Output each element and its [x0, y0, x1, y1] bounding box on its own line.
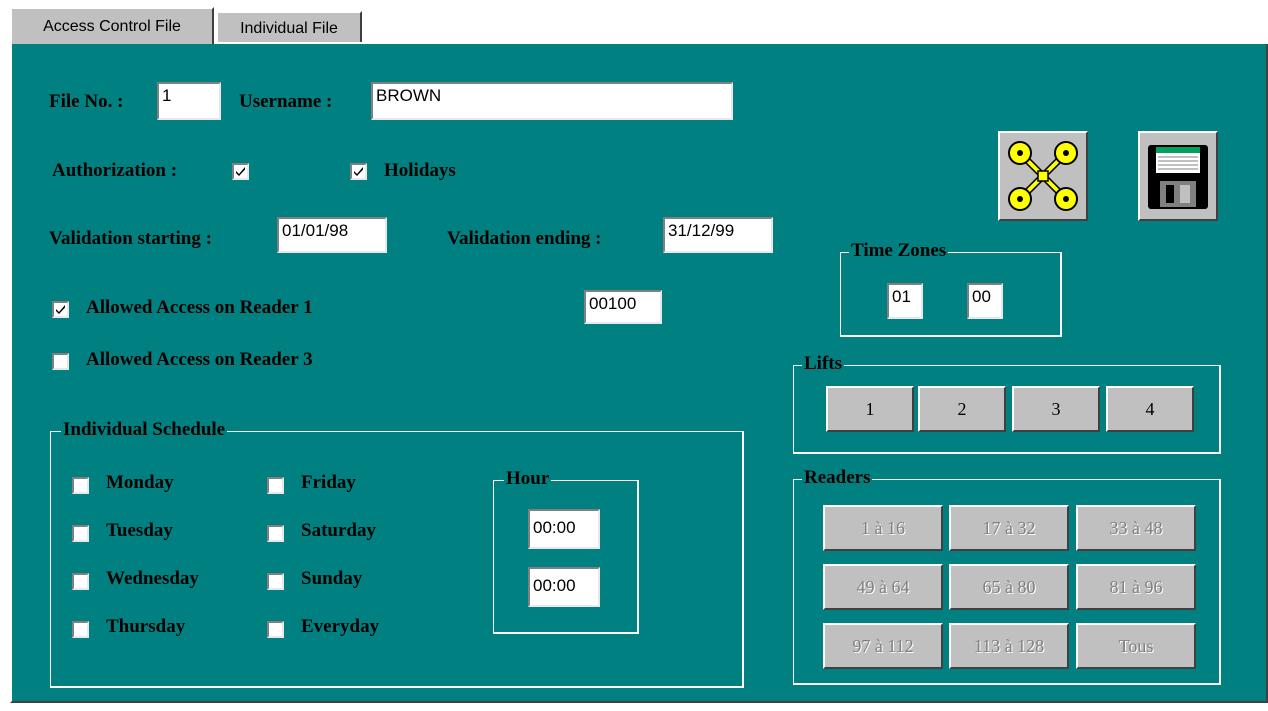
saturday-checkbox[interactable] — [267, 525, 284, 542]
access-control-panel: File No. : 1 Username : BROWN Authorizat… — [10, 44, 1268, 703]
tab-individual-file[interactable]: Individual File — [216, 11, 362, 44]
hour-group: Hour 00:00 00:00 — [493, 468, 639, 634]
wednesday-label: Wednesday — [106, 568, 199, 589]
lift-2-button[interactable]: 2 — [918, 386, 1006, 432]
time-zone-2-field[interactable]: 00 — [967, 283, 1003, 319]
reader-1-label: Allowed Access on Reader 1 — [86, 297, 313, 318]
wednesday-checkbox[interactable] — [72, 573, 89, 590]
floppy-disk-icon — [1148, 145, 1208, 209]
tuesday-checkbox[interactable] — [72, 525, 89, 542]
everyday-label: Everyday — [301, 616, 380, 637]
holidays-checkbox[interactable] — [350, 163, 367, 180]
reader-3-label: Allowed Access on Reader 3 — [86, 349, 313, 370]
file-no-label: File No. : — [49, 91, 124, 112]
reader-3-checkbox[interactable] — [52, 353, 69, 370]
monday-label: Monday — [106, 472, 174, 493]
readers-title: Readers — [802, 467, 873, 489]
time-zones-title: Time Zones — [849, 240, 949, 262]
validation-ending-label: Validation ending : — [447, 228, 602, 249]
reader-1-code-field[interactable]: 00100 — [584, 290, 662, 324]
username-label: Username : — [239, 91, 333, 112]
save-button[interactable] — [1138, 131, 1218, 221]
individual-schedule-title: Individual Schedule — [61, 419, 228, 441]
friday-checkbox[interactable] — [267, 477, 284, 494]
check-mark-icon — [354, 167, 363, 176]
lift-1-button[interactable]: 1 — [826, 386, 914, 432]
file-no-field[interactable]: 1 — [157, 82, 221, 120]
readers-97-112-button[interactable]: 97 à 112 — [823, 623, 943, 669]
validation-starting-field[interactable]: 01/01/98 — [277, 217, 387, 253]
lifts-title: Lifts — [802, 353, 844, 375]
lift-4-button[interactable]: 4 — [1106, 386, 1194, 432]
keys-icon — [1008, 141, 1078, 211]
sunday-checkbox[interactable] — [267, 573, 284, 590]
validation-ending-field[interactable]: 31/12/99 — [663, 217, 773, 253]
hour-from-field[interactable]: 00:00 — [528, 509, 600, 549]
check-mark-icon — [236, 167, 245, 176]
authorization-label: Authorization : — [52, 160, 178, 181]
username-field[interactable]: BROWN — [371, 82, 733, 120]
access-keys-button[interactable] — [998, 131, 1088, 221]
thursday-checkbox[interactable] — [72, 621, 89, 638]
reader-1-checkbox[interactable] — [52, 301, 69, 318]
hour-title: Hour — [504, 468, 552, 490]
readers-all-button[interactable]: Tous — [1076, 623, 1196, 669]
readers-49-64-button[interactable]: 49 à 64 — [823, 564, 943, 610]
tab-access-control-file[interactable]: Access Control File — [10, 7, 214, 44]
tuesday-label: Tuesday — [106, 520, 173, 541]
readers-65-80-button[interactable]: 65 à 80 — [949, 564, 1069, 610]
readers-81-96-button[interactable]: 81 à 96 — [1076, 564, 1196, 610]
saturday-label: Saturday — [301, 520, 376, 541]
time-zone-1-field[interactable]: 01 — [887, 283, 923, 319]
readers-33-48-button[interactable]: 33 à 48 — [1076, 505, 1196, 551]
time-zones-group: Time Zones 01 00 — [840, 240, 1062, 337]
readers-group: Readers 1 à 16 17 à 32 33 à 48 49 à 64 6… — [793, 467, 1221, 685]
friday-label: Friday — [301, 472, 356, 493]
lift-3-button[interactable]: 3 — [1012, 386, 1100, 432]
thursday-label: Thursday — [106, 616, 186, 637]
check-mark-icon — [56, 305, 65, 314]
holidays-label: Holidays — [384, 160, 456, 181]
authorization-checkbox[interactable] — [232, 163, 249, 180]
lifts-group: Lifts 1 2 3 4 — [793, 353, 1221, 454]
readers-1-16-button[interactable]: 1 à 16 — [823, 505, 943, 551]
everyday-checkbox[interactable] — [267, 621, 284, 638]
monday-checkbox[interactable] — [72, 477, 89, 494]
sunday-label: Sunday — [301, 568, 363, 589]
hour-to-field[interactable]: 00:00 — [528, 567, 600, 607]
readers-17-32-button[interactable]: 17 à 32 — [949, 505, 1069, 551]
validation-starting-label: Validation starting : — [49, 228, 212, 249]
readers-113-128-button[interactable]: 113 à 128 — [949, 623, 1069, 669]
individual-schedule-group: Individual Schedule Monday Tuesday Wedne… — [50, 419, 744, 688]
